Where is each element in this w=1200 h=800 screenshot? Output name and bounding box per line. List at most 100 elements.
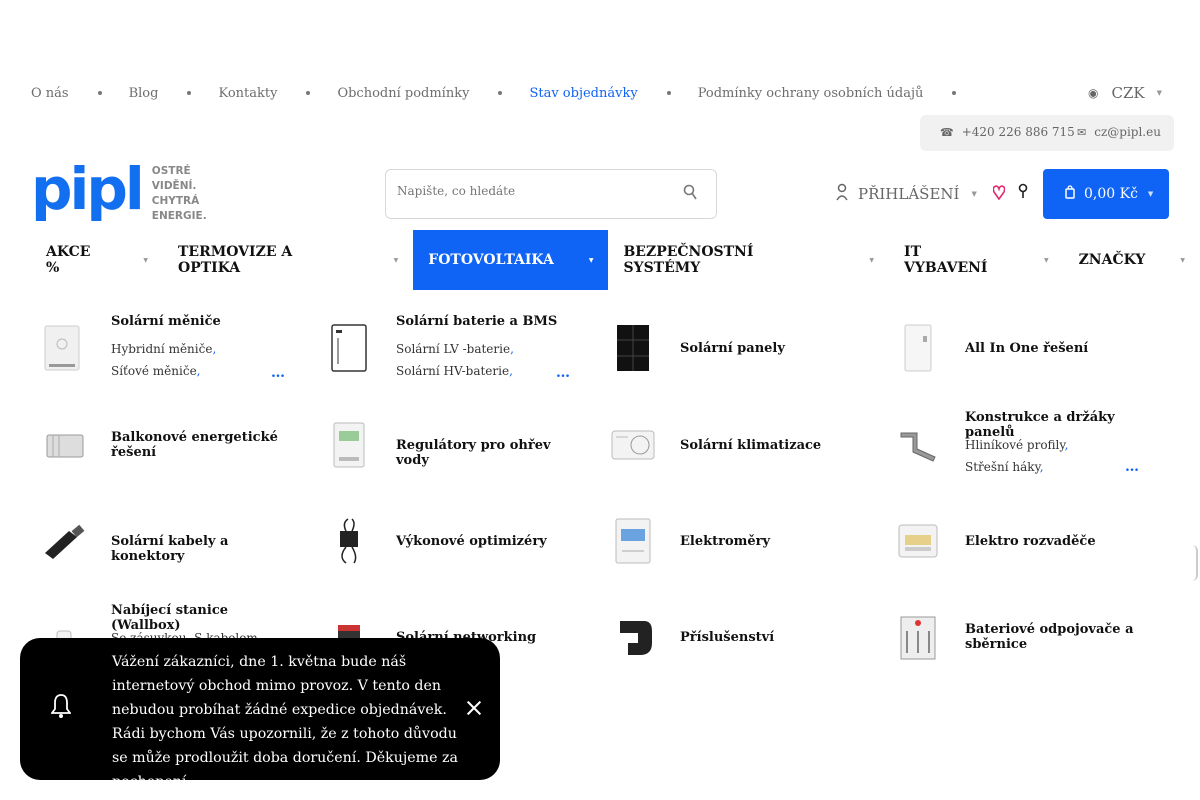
category-meters[interactable]: Elektroměry [600,498,880,584]
subcategory-link[interactable]: Hliníkové profily [965,438,1065,452]
link-privacy[interactable]: Podmínky ochrany osobních údajů [698,86,924,101]
phone-link[interactable]: ☎ +420 226 886 715 [940,125,1075,139]
currency-selector[interactable]: ◉ CZK ▼ [1088,84,1162,102]
regulator-icon [333,422,365,468]
category-cables[interactable]: Solární kabely a konektory [31,498,311,584]
link-order-status[interactable]: Stav objednávky [529,86,637,101]
switchboard-icon [898,524,938,558]
separator-dot [498,91,503,95]
contact-bar: ☎ +420 226 886 715 ✉ cz@pipl.eu [920,115,1174,151]
chevron-down-icon: ▼ [393,256,399,264]
notice-text: Vážení zákazníci, dne 1. května bude náš… [112,654,458,790]
separator-dot [952,91,957,95]
optimizer-icon [340,518,358,564]
category-title: Solární měniče [111,314,221,329]
subcategory-link[interactable]: Hybridní měniče [111,342,212,356]
nav-item-brands[interactable]: ZNAČKY ▼ [1064,230,1200,290]
separator-dot [666,91,671,95]
category-all-in-one[interactable]: All In One řešení [885,305,1165,391]
subcategory-list: Solární LV -baterie, Solární HV-baterie, [396,342,514,378]
link-contacts[interactable]: Kontakty [218,86,277,101]
more-ellipsis[interactable]: … [1125,459,1139,475]
balcony-icon [46,434,84,458]
category-title: Solární kabely a konektory [111,534,229,564]
search-icon[interactable] [683,184,697,202]
cart-icon [1065,185,1075,203]
category-disconnectors[interactable]: Bateriové odpojovače a sběrnice [885,594,1165,680]
main-nav: AKCE % ▼ TERMOVIZE A OPTIKA ▼ FOTOVOLTAIKA… [31,230,1200,290]
scroll-edge [1192,545,1198,581]
category-optimizers[interactable]: Výkonové optimizéry [316,498,596,584]
air-conditioner-icon [611,430,655,460]
cart-total: 0,00 Kč [1084,186,1138,202]
chevron-down-icon: ▼ [1147,190,1154,198]
all-in-one-icon [904,324,932,372]
coins-icon: ◉ [1088,86,1099,100]
category-balcony[interactable]: Balkonové energetické řešení [31,402,311,488]
email-link[interactable]: ✉ cz@pipl.eu [1077,125,1161,139]
link-terms[interactable]: Obchodní podmínky [337,86,469,101]
category-title: Solární panely [680,341,785,356]
chevron-down-icon: ▼ [1180,256,1185,264]
bell-icon [50,693,72,725]
subcategory-link[interactable]: Solární LV -baterie [396,342,510,356]
email-address: cz@pipl.eu [1094,125,1161,139]
nav-item-security[interactable]: BEZPEČNOSTNÍ SYSTÉMY ▼ [608,230,889,290]
separator-dot [97,91,102,95]
cart-button[interactable]: 0,00 Kč ▼ [1043,169,1169,219]
more-ellipsis[interactable]: … [271,365,285,381]
separator-dot [187,91,192,95]
solar-panel-icon [617,325,649,371]
nav-item-fotovoltaika[interactable]: FOTOVOLTAIKA ▼ [413,230,609,290]
category-title: Solární klimatizace [680,438,822,453]
category-title: Bateriové odpojovače a sběrnice [965,622,1134,652]
inverter-icon [44,325,80,371]
subcategory-list: Hliníkové profily, Střešní háky, [965,438,1069,474]
category-switchboards[interactable]: Elektro rozvaděče [885,498,1165,584]
logo-tagline: OSTRÉ VIDĚNÍ. CHYTRÁ ENERGIE. [151,165,207,222]
subcategory-link[interactable]: Síťové měniče [111,364,197,378]
close-icon[interactable] [464,698,484,718]
category-title: Příslušenství [680,630,775,645]
category-regulators[interactable]: Regulátory pro ohřev vody [316,402,596,488]
category-air-conditioning[interactable]: Solární klimatizace [600,402,880,488]
currency-label: CZK [1111,84,1145,102]
nav-item-it[interactable]: IT VYBAVENÍ ▼ [889,230,1064,290]
separator-dot [306,91,311,95]
chevron-down-icon: ▼ [588,256,594,264]
category-accessories[interactable]: Příslušenství [600,594,880,680]
search-input[interactable] [397,184,657,198]
link-blog[interactable]: Blog [129,86,159,101]
nav-item-akce[interactable]: AKCE % ▼ [31,230,163,290]
meter-icon [615,518,651,564]
chevron-down-icon: ▼ [869,256,875,264]
mount-icon [900,432,936,462]
subcategory-link[interactable]: Solární HV-baterie [396,364,509,378]
logo-word: pipl [31,155,145,223]
subcategory-list: Hybridní měniče, Síťové měniče, [111,342,217,378]
link-about[interactable]: O nás [31,86,69,101]
chevron-down-icon: ▼ [971,190,977,198]
chevron-down-icon: ▼ [1043,256,1049,264]
category-inverters[interactable]: Solární měniče Hybridní měniče, Síťové m… [31,305,311,391]
category-title: Výkonové optimizéry [396,534,547,549]
category-batteries[interactable]: Solární baterie a BMS Solární LV -bateri… [316,305,596,391]
logo[interactable]: pipl OSTRÉ VIDĚNÍ. CHYTRÁ ENERGIE. [31,155,231,225]
more-ellipsis[interactable]: … [556,365,570,381]
category-title: Elektro rozvaděče [965,534,1096,549]
chevron-down-icon: ▼ [143,256,149,264]
category-title: Balkonové energetické řešení [111,430,278,460]
disconnector-icon [900,616,936,660]
login-button[interactable]: PŘIHLÁŠENÍ ▼ [836,183,977,205]
category-title: Elektroměry [680,534,771,549]
chevron-down-icon: ▼ [1156,89,1162,97]
user-icon [836,183,848,205]
nav-item-termovize[interactable]: TERMOVIZE A OPTIKA ▼ [163,230,413,290]
phone-icon: ☎ [940,126,954,139]
compare-icon[interactable] [1018,183,1028,203]
category-mounts[interactable]: Konstrukce a držáky panelů Hliníkové pro… [885,402,1165,488]
category-panels[interactable]: Solární panely [600,305,880,391]
subcategory-link[interactable]: Střešní háky [965,460,1040,474]
top-links: O nás Blog Kontakty Obchodní podmínky St… [31,84,983,102]
heart-icon[interactable] [992,184,1006,204]
